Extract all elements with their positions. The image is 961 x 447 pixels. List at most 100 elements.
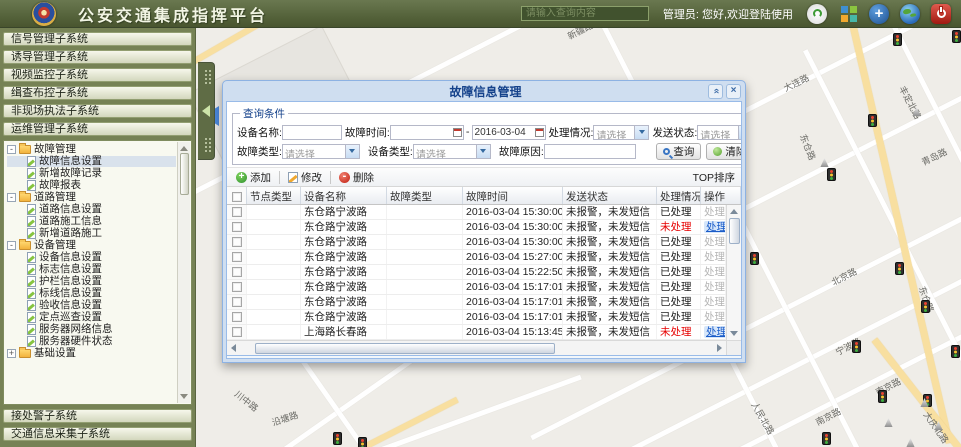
camera-icon[interactable] [906, 438, 915, 447]
tree-item[interactable]: +基础设置 [7, 348, 176, 359]
tree-item[interactable]: 标志信息设置 [7, 264, 176, 275]
row-checkbox[interactable] [232, 282, 242, 292]
handle-link[interactable]: 处理 [704, 326, 726, 338]
col-send-status[interactable]: 发送状态 [563, 187, 657, 204]
send-status-select[interactable]: 请选择 [697, 125, 742, 140]
device-type-select[interactable]: 请选择 [413, 144, 491, 159]
table-row[interactable]: 上海路长春路 2016-03-04 15:13:45 未报警，未发短信 未处理 … [227, 325, 726, 340]
delete-button[interactable]: -删除 [336, 169, 377, 186]
traffic-light-icon[interactable] [333, 432, 342, 445]
handle-link[interactable]: 处理 [704, 221, 726, 233]
grid-hscrollbar[interactable] [227, 340, 726, 355]
collapse-toggle-icon[interactable]: - [7, 193, 16, 202]
row-checkbox[interactable] [232, 252, 242, 262]
col-fault-type[interactable]: 故障类型 [387, 187, 463, 204]
tree-item[interactable]: -故障管理 [7, 144, 176, 155]
traffic-light-icon[interactable] [358, 437, 367, 447]
close-button[interactable]: × [726, 84, 741, 99]
global-search-input[interactable] [521, 6, 649, 21]
traffic-light-icon[interactable] [893, 33, 902, 46]
scroll-thumb[interactable] [729, 218, 740, 244]
row-checkbox[interactable] [232, 312, 242, 322]
calendar-icon[interactable] [453, 128, 462, 137]
tree-item[interactable]: 新增道路施工 [7, 228, 176, 239]
handle-link[interactable]: 处理 [704, 296, 725, 308]
scroll-thumb[interactable] [180, 153, 189, 195]
table-row[interactable]: 东仓路宁波路 2016-03-04 15:17:01 未报警，未发短信 已处理 … [227, 295, 726, 310]
sidebar-collapse-handle[interactable] [198, 62, 215, 160]
traffic-light-icon[interactable] [895, 262, 904, 275]
handle-status-select[interactable]: 请选择 [593, 125, 649, 140]
edit-button[interactable]: 修改 [285, 169, 325, 186]
row-checkbox[interactable] [232, 267, 242, 277]
tree-item[interactable]: 新增故障记录 [7, 168, 176, 179]
map-globe-icon[interactable] [900, 4, 920, 24]
collapse-button[interactable]: « [708, 84, 723, 99]
row-checkbox[interactable] [232, 207, 242, 217]
expand-toggle-icon[interactable]: + [7, 349, 16, 358]
row-checkbox[interactable] [232, 237, 242, 247]
col-device-name[interactable]: 设备名称 [301, 187, 387, 204]
table-row[interactable]: 东仓路宁波路 2016-03-04 15:30:00 未报警，未发短信 已处理 … [227, 205, 726, 220]
window-titlebar[interactable]: 故障信息管理 « × [223, 81, 745, 101]
traffic-light-icon[interactable] [868, 114, 877, 127]
tree-item[interactable]: 道路施工信息 [7, 216, 176, 227]
handle-link[interactable]: 处理 [704, 266, 725, 278]
scroll-up-icon[interactable] [730, 209, 738, 214]
camera-icon[interactable] [884, 418, 893, 427]
row-checkbox[interactable] [232, 222, 242, 232]
handle-link[interactable]: 处理 [704, 281, 725, 293]
tree-item[interactable]: 故障报表 [7, 180, 176, 191]
tree-item[interactable]: 标线信息设置 [7, 288, 176, 299]
row-checkbox[interactable] [232, 297, 242, 307]
traffic-light-icon[interactable] [952, 30, 961, 43]
table-row[interactable]: 东仓路宁波路 2016-03-04 15:30:00 未报警，未发短信 已处理 … [227, 235, 726, 250]
tree-item[interactable]: 护栏信息设置 [7, 276, 176, 287]
scroll-right-icon[interactable] [717, 344, 722, 352]
sidebar-section-investigation[interactable]: 缉查布控子系统 [3, 86, 192, 100]
scroll-down-icon[interactable] [180, 394, 188, 399]
sidebar-section-signal[interactable]: 信号管理子系统 [3, 32, 192, 46]
traffic-light-icon[interactable] [852, 340, 861, 353]
col-fault-time[interactable]: 故障时间 [463, 187, 563, 204]
tree-item[interactable]: -道路管理 [7, 192, 176, 203]
add-icon[interactable]: + [869, 4, 889, 24]
page-number-input[interactable] [283, 358, 307, 359]
table-row[interactable]: 东仓路宁波路 2016-03-04 15:22:50 未报警，未发短信 已处理 … [227, 265, 726, 280]
collapse-toggle-icon[interactable]: - [7, 241, 16, 250]
select-all-checkbox[interactable] [232, 192, 242, 202]
tree-item[interactable]: -设备管理 [7, 240, 176, 251]
table-row[interactable]: 东仓路宁波路 2016-03-04 15:17:01 未报警，未发短信 已处理 … [227, 280, 726, 295]
sidebar-section-ops-active[interactable]: 运维管理子系统 [3, 122, 192, 136]
scroll-down-icon[interactable] [730, 331, 738, 336]
clear-button[interactable]: 清除 [706, 143, 742, 160]
device-name-input[interactable] [282, 125, 342, 140]
tree-item[interactable]: 服务器网络信息 [7, 324, 176, 335]
logout-power-icon[interactable] [931, 4, 951, 24]
query-button[interactable]: 查询 [656, 143, 701, 160]
table-row[interactable]: 东仓路宁波路 2016-03-04 15:30:00 未报警，未发短信 未处理 … [227, 220, 726, 235]
sidebar-section-guidance[interactable]: 诱导管理子系统 [3, 50, 192, 64]
tree-item[interactable]: 设备信息设置 [7, 252, 176, 263]
handle-link[interactable]: 处理 [704, 206, 725, 218]
grid-vscrollbar[interactable] [726, 205, 741, 340]
handle-link[interactable]: 处理 [704, 311, 725, 323]
add-button[interactable]: +添加 [233, 169, 274, 186]
fault-type-select[interactable]: 请选择 [282, 144, 360, 159]
scroll-up-icon[interactable] [180, 146, 188, 151]
tree-item[interactable]: 验收信息设置 [7, 300, 176, 311]
col-operation[interactable]: 操作 [701, 187, 741, 204]
tree-item[interactable]: 定点巡查设置 [7, 312, 176, 323]
tree-item-selected[interactable]: 故障信息设置 [7, 156, 176, 167]
row-checkbox[interactable] [232, 327, 242, 337]
sidebar-section-traffic-collect[interactable]: 交通信息采集子系统 [3, 427, 192, 441]
traffic-light-icon[interactable] [827, 168, 836, 181]
handle-link[interactable]: 处理 [704, 236, 725, 248]
table-row[interactable]: 东仓路宁波路 2016-03-04 15:27:00 未报警，未发短信 已处理 … [227, 250, 726, 265]
traffic-light-icon[interactable] [951, 345, 960, 358]
tree-item[interactable]: 道路信息设置 [7, 204, 176, 215]
tree-scrollbar[interactable] [177, 142, 190, 403]
col-node-type[interactable]: 节点类型 [247, 187, 301, 204]
table-row[interactable]: 东仓路宁波路 2016-03-04 15:17:01 未报警，未发短信 已处理 … [227, 310, 726, 325]
traffic-light-icon[interactable] [878, 390, 887, 403]
